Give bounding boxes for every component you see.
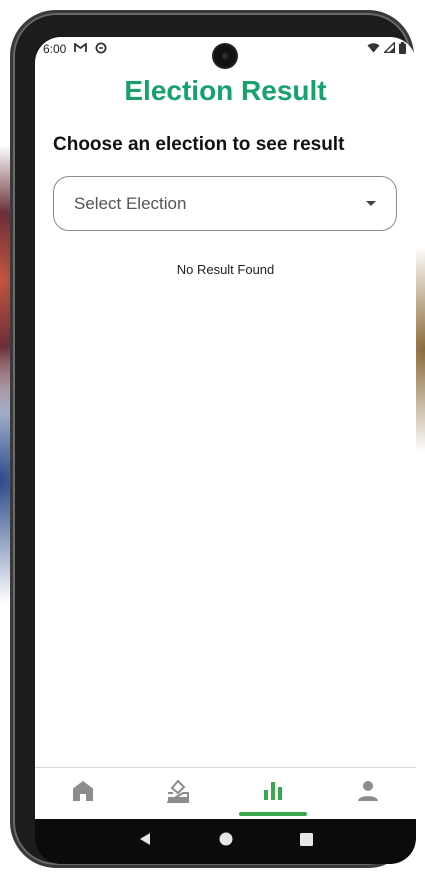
dropdown-arrow-icon bbox=[366, 201, 376, 206]
bottom-navigation bbox=[35, 767, 416, 819]
system-navigation-bar bbox=[35, 819, 416, 864]
page-title: Election Result bbox=[124, 75, 327, 106]
home-icon bbox=[71, 780, 95, 807]
phone-frame: 6:00 Election Result Choose an election … bbox=[10, 10, 416, 868]
ballot-box-icon bbox=[165, 778, 191, 809]
bar-chart-icon bbox=[261, 780, 285, 807]
nav-vote[interactable] bbox=[143, 772, 213, 816]
front-camera bbox=[214, 45, 236, 67]
no-result-message: No Result Found bbox=[176, 262, 275, 277]
back-icon[interactable] bbox=[138, 832, 152, 851]
person-icon bbox=[356, 779, 380, 808]
recents-square-icon[interactable] bbox=[299, 832, 313, 851]
status-time: 6:00 bbox=[43, 42, 67, 56]
election-prompt: Choose an election to see result bbox=[53, 134, 345, 155]
cellular-signal-icon bbox=[382, 40, 396, 56]
home-circle-icon[interactable] bbox=[219, 832, 233, 851]
gmail-icon bbox=[74, 42, 88, 56]
election-select-placeholder: Select Election bbox=[74, 193, 187, 213]
app-screen: 6:00 Election Result Choose an election … bbox=[35, 37, 416, 819]
battery-icon bbox=[399, 41, 406, 57]
election-select-dropdown[interactable]: Select Election bbox=[53, 176, 397, 231]
sync-icon bbox=[95, 42, 107, 57]
wifi-icon bbox=[367, 42, 380, 56]
nav-home[interactable] bbox=[48, 772, 118, 816]
nav-profile[interactable] bbox=[333, 772, 403, 816]
nav-results[interactable] bbox=[238, 772, 308, 816]
